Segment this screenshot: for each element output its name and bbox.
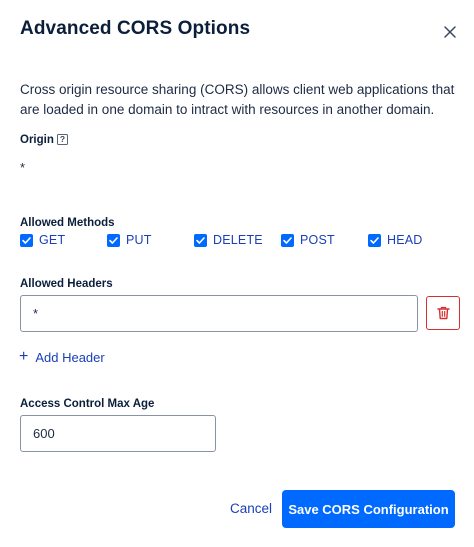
allowed-methods-label: Allowed Methods (20, 217, 115, 229)
method-label: GET (39, 233, 66, 247)
add-header-label: Add Header (35, 349, 105, 365)
add-header-button[interactable]: + Add Header (19, 348, 105, 366)
method-post-checkbox[interactable]: POST (281, 232, 335, 248)
check-icon (370, 236, 379, 244)
checkbox-checked (107, 233, 120, 247)
check-icon (109, 236, 118, 244)
save-cors-configuration-button[interactable]: Save CORS Configuration (282, 490, 455, 528)
checkbox-checked (20, 233, 33, 247)
check-icon (196, 236, 205, 244)
origin-value: * (20, 160, 26, 175)
method-get-checkbox[interactable]: GET (20, 232, 65, 248)
method-delete-checkbox[interactable]: DELETE (194, 232, 263, 248)
plus-icon: + (19, 348, 29, 365)
checkbox-checked (368, 233, 381, 247)
allowed-headers-label: Allowed Headers (20, 278, 113, 290)
method-put-checkbox[interactable]: PUT (107, 232, 152, 248)
origin-label: Origin (20, 134, 54, 146)
trash-icon (436, 306, 450, 320)
cancel-button[interactable]: Cancel (230, 501, 272, 516)
dialog-title: Advanced CORS Options (20, 18, 251, 39)
max-age-label: Access Control Max Age (20, 398, 155, 410)
help-icon[interactable]: ? (57, 134, 68, 145)
method-label: POST (300, 233, 335, 247)
method-label: PUT (126, 233, 152, 247)
close-button[interactable] (440, 22, 460, 42)
allowed-header-input[interactable]: * (20, 295, 418, 332)
dialog-description: Cross origin resource sharing (CORS) all… (20, 82, 455, 117)
method-head-checkbox[interactable]: HEAD (368, 232, 423, 248)
max-age-input[interactable]: 600 (20, 415, 216, 452)
check-icon (22, 236, 31, 244)
delete-header-button[interactable] (426, 296, 460, 330)
check-icon (283, 236, 292, 244)
method-label: DELETE (213, 233, 263, 247)
allowed-header-value: * (33, 306, 39, 321)
method-label: HEAD (387, 233, 423, 247)
checkbox-checked (194, 233, 207, 247)
close-icon (444, 26, 456, 38)
max-age-value: 600 (33, 426, 55, 441)
cors-options-dialog: Advanced CORS Options Cross origin resou… (0, 0, 474, 547)
checkbox-checked (281, 233, 294, 247)
